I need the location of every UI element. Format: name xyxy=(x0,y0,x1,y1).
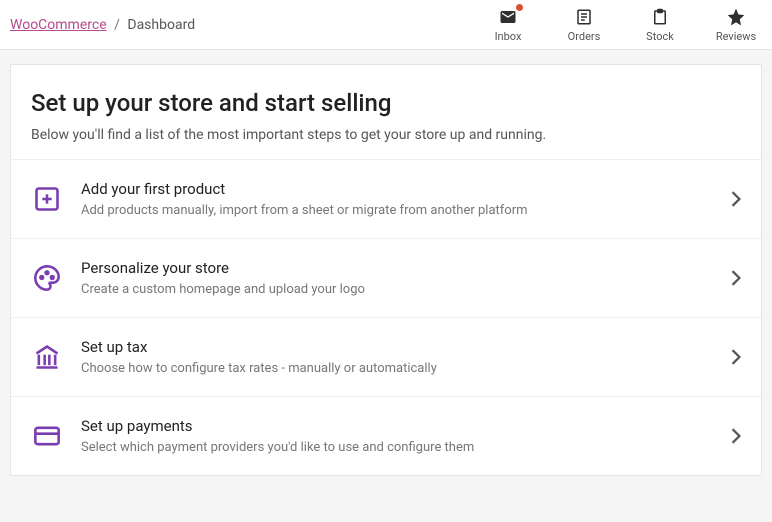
bank-icon xyxy=(31,341,63,373)
notification-dot xyxy=(516,4,523,11)
task-tax[interactable]: Set up tax Choose how to configure tax r… xyxy=(11,318,761,397)
task-desc: Create a custom homepage and upload your… xyxy=(81,282,731,297)
topbar-label: Stock xyxy=(646,30,674,43)
task-title: Set up payments xyxy=(81,417,731,435)
task-title: Set up tax xyxy=(81,338,731,356)
chevron-right-icon xyxy=(731,191,741,207)
card-header: Set up your store and start selling Belo… xyxy=(11,65,761,160)
page-subtitle: Below you'll find a list of the most imp… xyxy=(31,127,741,143)
page-content: Set up your store and start selling Belo… xyxy=(0,50,772,490)
task-body: Personalize your store Create a custom h… xyxy=(63,259,731,297)
task-body: Set up payments Select which payment pro… xyxy=(63,417,731,455)
task-desc: Choose how to configure tax rates - manu… xyxy=(81,361,731,376)
chevron-right-icon xyxy=(731,270,741,286)
task-desc: Add products manually, import from a she… xyxy=(81,203,731,218)
task-body: Set up tax Choose how to configure tax r… xyxy=(63,338,731,376)
palette-icon xyxy=(31,262,63,294)
task-add-product[interactable]: Add your first product Add products manu… xyxy=(11,160,761,239)
setup-card: Set up your store and start selling Belo… xyxy=(10,64,762,476)
breadcrumb: WooCommerce / Dashboard xyxy=(10,17,195,33)
orders-icon xyxy=(573,6,595,28)
page-title: Set up your store and start selling xyxy=(31,89,741,117)
card-icon xyxy=(31,420,63,452)
topbar-reviews[interactable]: Reviews xyxy=(710,6,762,43)
star-icon xyxy=(725,6,747,28)
breadcrumb-current: Dashboard xyxy=(127,17,195,33)
task-personalize[interactable]: Personalize your store Create a custom h… xyxy=(11,239,761,318)
topbar: WooCommerce / Dashboard Inbox Orders Sto… xyxy=(0,0,772,50)
topbar-label: Reviews xyxy=(716,30,756,43)
task-desc: Select which payment providers you'd lik… xyxy=(81,440,731,455)
topbar-label: Inbox xyxy=(495,30,522,43)
breadcrumb-root-link[interactable]: WooCommerce xyxy=(10,17,107,33)
task-list: Add your first product Add products manu… xyxy=(11,160,761,475)
topbar-orders[interactable]: Orders xyxy=(558,6,610,43)
chevron-right-icon xyxy=(731,349,741,365)
topbar-label: Orders xyxy=(568,30,601,43)
topbar-stock[interactable]: Stock xyxy=(634,6,686,43)
task-title: Personalize your store xyxy=(81,259,731,277)
task-payments[interactable]: Set up payments Select which payment pro… xyxy=(11,397,761,475)
task-body: Add your first product Add products manu… xyxy=(63,180,731,218)
topbar-inbox[interactable]: Inbox xyxy=(482,6,534,43)
breadcrumb-separator: / xyxy=(114,17,120,33)
plus-box-icon xyxy=(31,183,63,215)
topbar-actions: Inbox Orders Stock Reviews xyxy=(482,6,762,43)
clipboard-icon xyxy=(649,6,671,28)
task-title: Add your first product xyxy=(81,180,731,198)
chevron-right-icon xyxy=(731,428,741,444)
